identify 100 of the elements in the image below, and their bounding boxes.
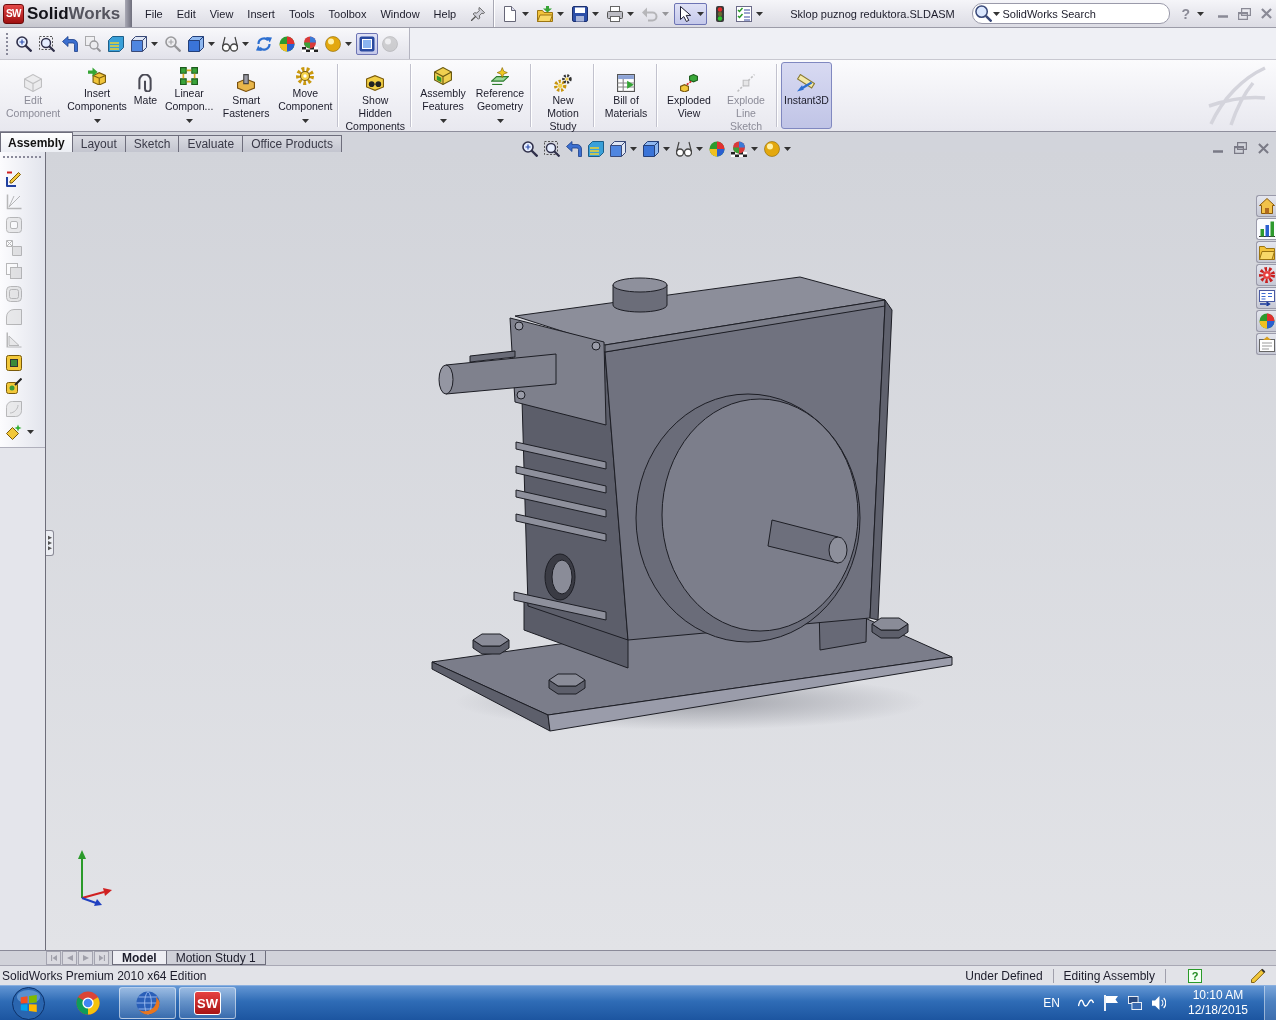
skip-forward-icon (98, 955, 105, 961)
caret-icon (93, 119, 101, 123)
fillet-corner-icon (6, 309, 22, 325)
magnifier-box-icon (85, 35, 101, 52)
taskbar-app-button[interactable]: SW (179, 987, 236, 1019)
tab[interactable]: Model (112, 951, 167, 965)
triangle-left-icon (66, 955, 73, 961)
toolbar-button[interactable] (3, 423, 37, 441)
task-pane-tab[interactable] (1256, 333, 1276, 355)
tab[interactable]: Assembly (0, 132, 73, 152)
command-button[interactable]: Assembly Features (415, 62, 471, 129)
menu-item[interactable]: Toolbox (321, 4, 374, 23)
box-arrow-icon (88, 67, 107, 85)
cube-icon (643, 141, 659, 157)
caret-icon (522, 11, 530, 16)
printer-icon (607, 5, 624, 22)
nested-squares-icon (6, 217, 22, 233)
tab[interactable]: Sketch (124, 135, 180, 152)
sphere-icon (382, 35, 398, 52)
pushpin-icon[interactable] (471, 6, 486, 21)
command-button[interactable]: Smart Fasteners (218, 62, 275, 129)
task-pane-tab[interactable] (1256, 264, 1276, 286)
menu-item[interactable]: Edit (169, 4, 203, 23)
toolbar-button[interactable] (541, 138, 563, 160)
toolbar-grip[interactable] (3, 156, 41, 159)
wave-icon[interactable] (1078, 999, 1094, 1007)
blank-page-icon (502, 5, 519, 22)
menu-item[interactable]: Window (373, 4, 427, 23)
search-field[interactable]: SolidWorks Search (972, 3, 1171, 24)
select-button[interactable] (674, 2, 708, 25)
tab[interactable]: Evaluate (178, 135, 244, 152)
magnifier-plus-icon (165, 35, 181, 52)
tab[interactable]: Office Products (242, 135, 342, 152)
command-button[interactable]: Instant3D (781, 62, 832, 129)
caret-icon (592, 11, 600, 16)
task-pane-tab[interactable] (1256, 310, 1276, 332)
wand-square-icon (6, 378, 22, 394)
close-button[interactable] (1260, 6, 1273, 21)
dashed-lines-icon (737, 74, 755, 92)
caret-icon (557, 11, 565, 16)
toolbar-button[interactable] (519, 138, 541, 160)
menu-item[interactable]: Help (426, 4, 464, 23)
scene-ball-icon (731, 141, 747, 157)
pencil-icon[interactable] (1251, 968, 1266, 983)
caret-icon[interactable] (993, 12, 1001, 16)
curved-block-icon (6, 401, 22, 417)
taskbar-app-button[interactable] (119, 987, 176, 1019)
menu-item[interactable]: Tools (281, 4, 322, 23)
flag-icon[interactable] (1104, 995, 1118, 1011)
toolbar-button[interactable] (3, 377, 25, 395)
triangles-icon (47, 535, 52, 551)
task-pane-tab[interactable] (1256, 218, 1276, 240)
gear-icon (296, 67, 315, 85)
close-button[interactable] (1257, 141, 1270, 155)
close-icon (1258, 142, 1269, 154)
toolbar-button[interactable] (640, 138, 673, 160)
app-logo-badge: SW (194, 991, 221, 1015)
menu-item[interactable]: Insert (240, 4, 282, 23)
glasses-box-icon (366, 74, 385, 92)
task-pane-tab[interactable] (1256, 287, 1276, 309)
restore-icon (1234, 142, 1247, 154)
tab[interactable]: Motion Study 1 (165, 951, 266, 965)
menu-item[interactable]: File (138, 4, 170, 23)
command-button[interactable]: Linear Compon... (161, 62, 218, 129)
toolbar-button[interactable] (356, 32, 378, 55)
command-button[interactable]: Bill of Materials (598, 62, 654, 129)
block-icon (434, 67, 452, 85)
folder-arrow-icon (537, 5, 554, 22)
help-button[interactable]: ? (1188, 968, 1202, 983)
language-indicator[interactable]: EN (1043, 996, 1060, 1010)
task-pane-tab[interactable] (1256, 195, 1276, 217)
exploded-blocks-icon (680, 74, 698, 92)
command-button[interactable]: Exploded View (661, 62, 717, 129)
caret-icon (27, 430, 34, 434)
menu-item[interactable]: View (202, 4, 241, 23)
command-button[interactable]: Move Component (275, 62, 336, 129)
command-button[interactable]: Reference Geometry (472, 62, 528, 129)
sparkle-wand-icon (6, 424, 22, 440)
restore-icon (1238, 7, 1251, 20)
toolbar-grip[interactable] (6, 32, 9, 55)
speaker-icon[interactable] (1152, 995, 1166, 1011)
clock-date: 12/18/2015 (1187, 1003, 1249, 1018)
command-button[interactable]: Mate (130, 62, 161, 129)
checklist-icon (736, 5, 753, 22)
command-button[interactable]: Insert Components (64, 62, 130, 129)
sphere-icon (325, 35, 341, 52)
panel-collapse-handle[interactable] (46, 530, 54, 556)
restore-button[interactable] (1237, 6, 1252, 21)
toolbar-button[interactable] (607, 138, 640, 160)
monitors-icon[interactable] (1128, 995, 1142, 1011)
toolbar-button[interactable] (3, 354, 25, 372)
framed-square-icon (6, 355, 22, 371)
caret-icon (1197, 11, 1204, 16)
house-icon (1259, 198, 1275, 214)
show-desktop-button[interactable] (1264, 986, 1276, 1020)
striped-block-icon (108, 35, 124, 52)
edition-text: SolidWorks Premium 2010 x64 Edition (2, 968, 207, 983)
tab[interactable]: Layout (71, 135, 126, 152)
restore-button[interactable] (1233, 141, 1248, 155)
view-cube-icon (131, 35, 147, 52)
